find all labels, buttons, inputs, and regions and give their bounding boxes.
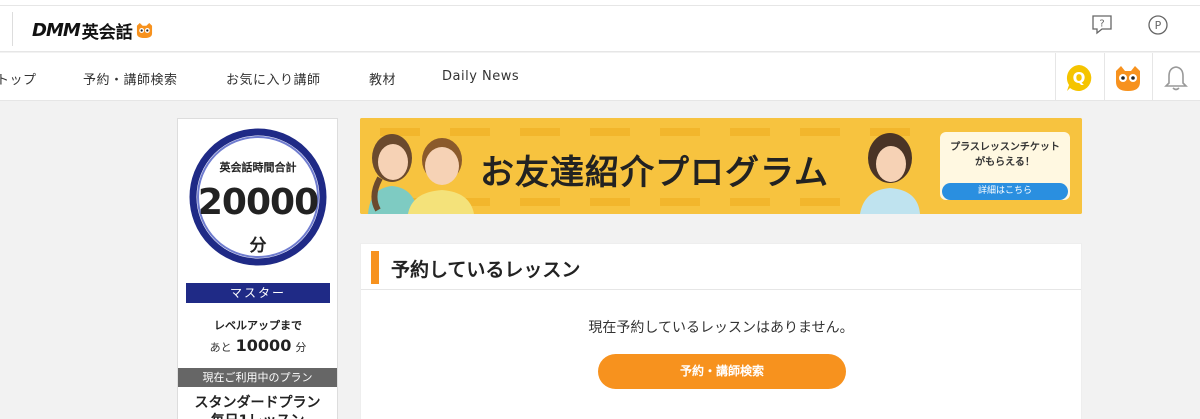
help-bubble-icon[interactable]: ?	[1091, 14, 1113, 36]
banner-title: お友達紹介プログラム	[480, 153, 829, 193]
levelup-label: レベルアップまで	[214, 319, 302, 332]
q-speech-icon[interactable]: Q	[1064, 63, 1094, 93]
header-divider	[12, 12, 13, 46]
dmm-logo[interactable]: DMM 英会話	[32, 19, 154, 43]
plan-name: スタンダードプラン	[194, 395, 321, 411]
nav-item-top[interactable]: トップ	[0, 69, 37, 88]
total-time-unit: 分	[249, 236, 267, 256]
logo-eikaiwa-text: 英会話	[81, 22, 133, 43]
banner-offer-line2: がもらえる！	[975, 157, 1035, 168]
panel-header: 予約しているレッスン	[361, 244, 1081, 290]
no-lessons-message: 現在予約しているレッスンはありません。	[588, 320, 854, 336]
svg-text:P: P	[1155, 19, 1162, 32]
logo-dmm-text: DMM	[32, 19, 81, 41]
rank-badge: マスター	[186, 283, 330, 303]
svg-text:?: ?	[1099, 19, 1104, 30]
points-p-icon[interactable]: P	[1147, 14, 1169, 36]
total-time-value: 20000	[197, 182, 319, 223]
study-summary-card: 英会話時間合計 20000 分 マスター レベルアップまで あと 10000 分 現…	[177, 118, 338, 419]
remaining-minutes: あと 10000 分	[178, 336, 338, 355]
main-nav: トップ 予約・講師検索 お気に入り講師 教材 Daily News	[0, 53, 1200, 101]
remain-value: 10000	[235, 336, 292, 355]
q-badge-text: Q	[1073, 69, 1086, 87]
nav-item-daily-news[interactable]: Daily News	[442, 69, 519, 84]
nav-item-materials[interactable]: 教材	[369, 69, 396, 88]
banner-offer-line1: プラスレッスンチケット	[950, 142, 1060, 153]
nav-item-reserve-search[interactable]: 予約・講師検索	[83, 69, 178, 88]
nav-item-favorite-tutors[interactable]: お気に入り講師	[226, 69, 321, 88]
site-header: DMM 英会話 ? P	[0, 6, 1200, 52]
bell-icon[interactable]	[1164, 64, 1188, 92]
nav-divider	[1152, 53, 1153, 101]
reserve-search-button[interactable]: 予約・講師検索	[598, 354, 846, 389]
remain-unit: 分	[295, 341, 307, 354]
banner-details-button[interactable]: 詳細はこちら	[942, 183, 1068, 200]
reserved-lessons-panel: 予約しているレッスン 現在予約しているレッスンはありません。 予約・講師検索	[360, 243, 1082, 419]
banner-offer-text: プラスレッスンチケット がもらえる！	[940, 140, 1070, 170]
nav-divider	[1055, 53, 1056, 101]
current-plan-header: 現在ご利用中のプラン	[178, 368, 337, 387]
owl-logo-icon	[136, 22, 152, 38]
owl-profile-icon[interactable]	[1113, 63, 1143, 93]
remain-prefix: あと	[209, 341, 232, 354]
panel-accent-bar	[371, 251, 379, 284]
nav-divider	[1104, 53, 1105, 101]
reserved-lessons-title: 予約しているレッスン	[391, 259, 581, 281]
total-time-label: 英会話時間合計	[219, 161, 297, 174]
plan-detail: 毎日1レッスン	[178, 410, 337, 419]
referral-banner[interactable]: お友達紹介プログラム プラスレッスンチケット がもらえる！ 詳細はこちら	[360, 118, 1082, 214]
